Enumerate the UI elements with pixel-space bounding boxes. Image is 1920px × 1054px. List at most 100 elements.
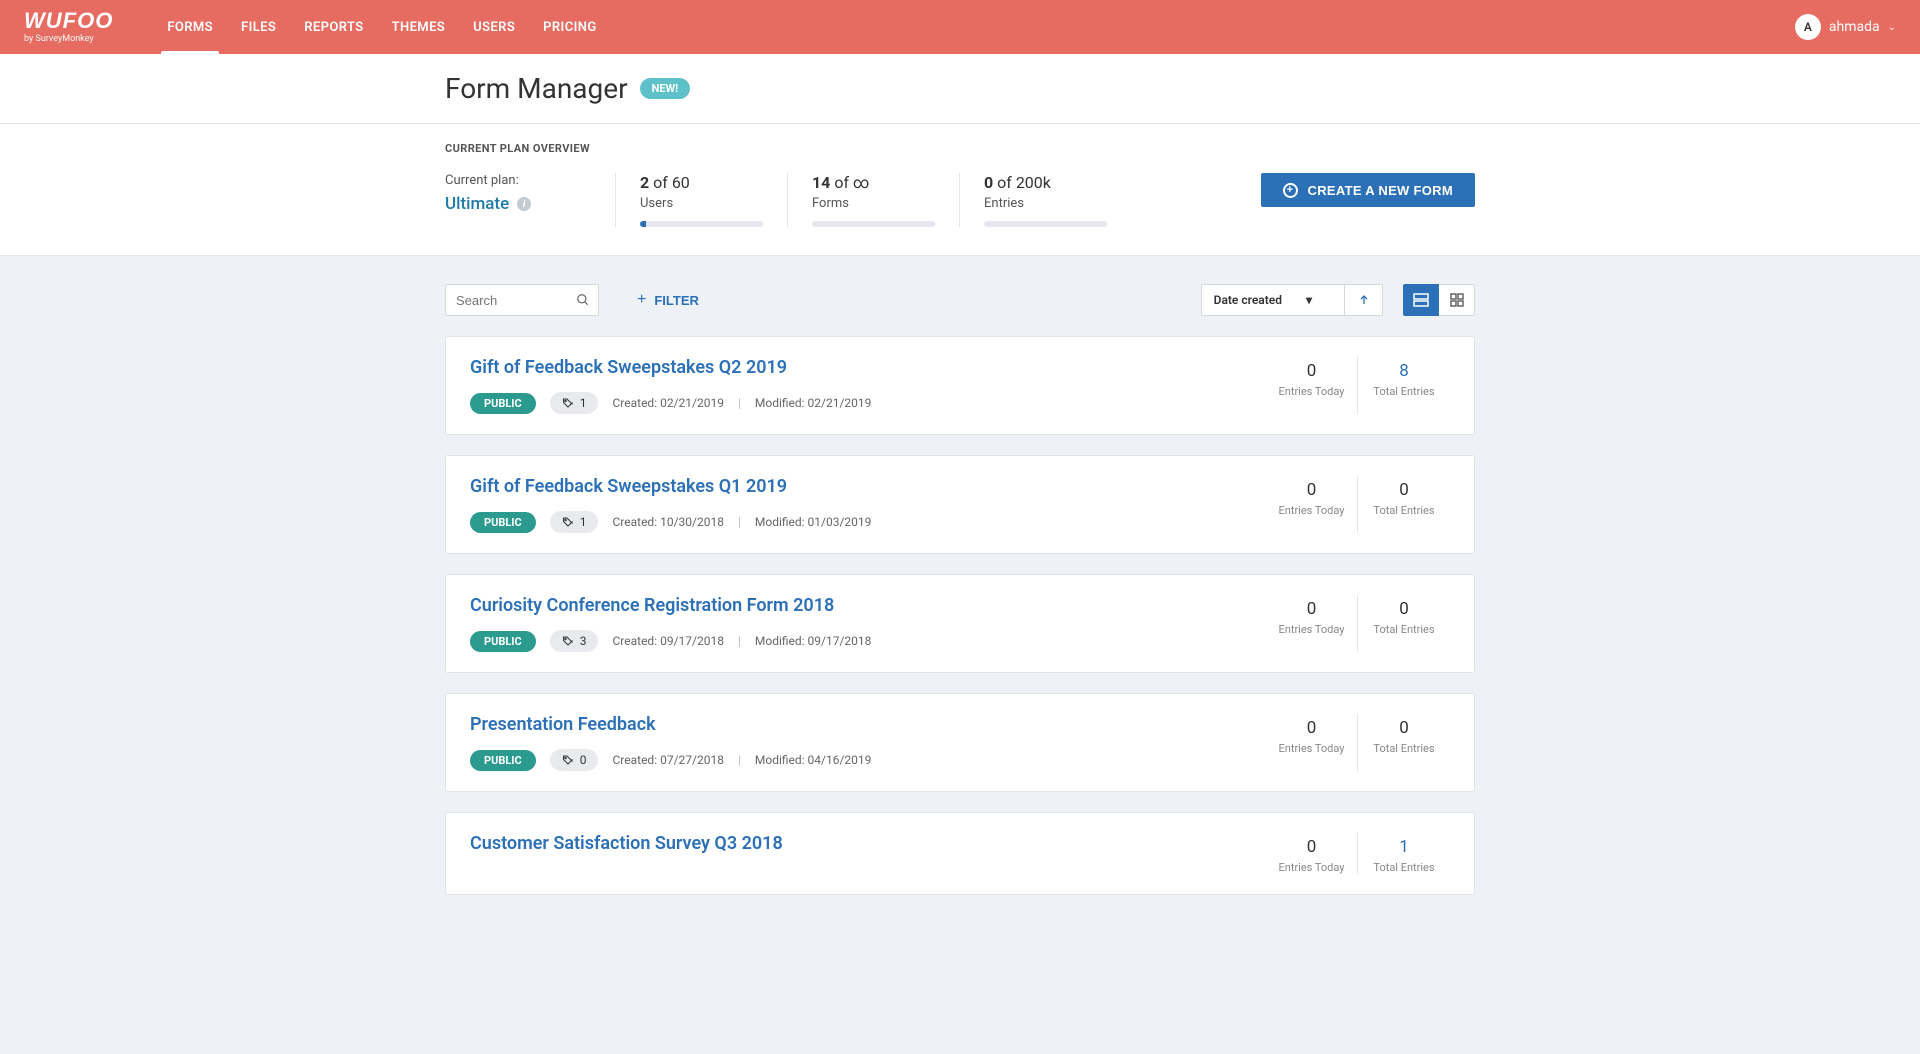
total-entries[interactable]: 1Total Entries (1358, 833, 1450, 874)
nav-files[interactable]: FILES (227, 0, 290, 54)
created-date: Created: 07/27/2018 (612, 753, 723, 767)
list-view-button[interactable] (1403, 284, 1439, 316)
stat-label: Entries (984, 196, 1107, 211)
main-nav: FORMSFILESREPORTSTHEMESUSERSPRICING (153, 0, 610, 54)
nav-pricing[interactable]: PRICING (529, 0, 610, 54)
form-title[interactable]: Customer Satisfaction Survey Q3 2018 (470, 833, 1266, 854)
stat-label: Users (640, 196, 763, 211)
info-icon[interactable]: i (517, 197, 531, 211)
username: ahmada (1829, 19, 1880, 35)
form-meta: PUBLIC3Created: 09/17/2018|Modified: 09/… (470, 630, 1266, 652)
top-navigation: WUFOO by SurveyMonkey FORMSFILESREPORTST… (0, 0, 1920, 54)
search-wrap (445, 284, 599, 316)
form-list: Gift of Feedback Sweepstakes Q2 2019 PUBL… (445, 336, 1475, 895)
logo-subtext: by SurveyMonkey (24, 34, 94, 44)
tag-count[interactable]: 3 (550, 630, 599, 652)
plus-icon: + (1283, 183, 1298, 198)
grid-icon (1450, 293, 1464, 307)
filter-label: FILTER (654, 293, 699, 308)
tag-icon (562, 635, 574, 647)
form-card[interactable]: Gift of Feedback Sweepstakes Q2 2019 PUBL… (445, 336, 1475, 435)
modified-date: Modified: 04/16/2019 (755, 753, 872, 767)
status-badge: PUBLIC (470, 750, 536, 771)
total-entries[interactable]: 8Total Entries (1358, 357, 1450, 414)
entries-today: 0Entries Today (1266, 595, 1358, 652)
created-date: Created: 02/21/2019 (612, 396, 723, 410)
create-form-button[interactable]: + CREATE A NEW FORM (1261, 173, 1475, 207)
tag-count[interactable]: 1 (550, 392, 599, 414)
form-card[interactable]: Presentation Feedback PUBLIC 0 Created: 07/… (445, 693, 1475, 792)
stat-value: 2 of 60 (640, 173, 763, 192)
filter-button[interactable]: + FILTER (637, 291, 699, 309)
tag-icon (562, 397, 574, 409)
status-badge: PUBLIC (470, 631, 536, 652)
sort-controls: Date created ▾ (1201, 284, 1383, 316)
entries-today: 0Entries Today (1266, 833, 1358, 874)
total-entries[interactable]: 0Total Entries (1358, 595, 1450, 652)
nav-reports[interactable]: REPORTS (290, 0, 377, 54)
form-title[interactable]: Curiosity Conference Registration Form 2… (470, 595, 1266, 616)
avatar: A (1795, 14, 1821, 40)
list-toolbar: + FILTER Date created ▾ (445, 256, 1475, 336)
user-menu[interactable]: A ahmada ⌄ (1795, 14, 1896, 40)
stat-value: 14 of ∞ (812, 173, 935, 192)
search-icon[interactable] (576, 293, 590, 307)
form-meta: PUBLIC1Created: 02/21/2019|Modified: 02/… (470, 392, 1266, 414)
tag-count[interactable]: 1 (550, 511, 599, 533)
nav-themes[interactable]: THEMES (378, 0, 460, 54)
form-card[interactable]: Customer Satisfaction Survey Q3 20180Ent… (445, 812, 1475, 895)
form-title[interactable]: Presentation Feedback (470, 714, 1266, 735)
page-title: Form Manager (445, 72, 628, 105)
stat-users: 2 of 60 Users (615, 173, 787, 227)
created-date: Created: 09/17/2018 (612, 634, 723, 648)
plan-overview: CURRENT PLAN OVERVIEW Current plan: Ulti… (0, 124, 1920, 256)
total-entries[interactable]: 0Total Entries (1358, 476, 1450, 533)
title-bar: Form Manager NEW! (0, 54, 1920, 124)
form-title[interactable]: Gift of Feedback Sweepstakes Q1 2019 (470, 476, 1266, 497)
entries-today: 0Entries Today (1266, 476, 1358, 533)
tag-icon (562, 516, 574, 528)
view-toggle (1403, 284, 1475, 316)
stat-forms: 14 of ∞ Forms (787, 173, 959, 227)
modified-date: Modified: 02/21/2019 (755, 396, 872, 410)
stat-label: Forms (812, 196, 935, 211)
form-meta: PUBLIC1Created: 10/30/2018|Modified: 01/… (470, 511, 1266, 533)
form-meta: PUBLIC0Created: 07/27/2018|Modified: 04/… (470, 749, 1266, 771)
progress-bar (640, 221, 763, 227)
entries-today: 0Entries Today (1266, 714, 1358, 771)
dropdown-arrow-icon: ▾ (1306, 293, 1312, 307)
status-badge: PUBLIC (470, 393, 536, 414)
progress-bar (812, 221, 935, 227)
created-date: Created: 10/30/2018 (612, 515, 723, 529)
sort-direction-button[interactable] (1345, 284, 1383, 316)
progress-bar (984, 221, 1107, 227)
new-badge: NEW! (640, 78, 691, 99)
stat-value: 0 of 200k (984, 173, 1107, 192)
current-plan-label: Current plan: (445, 173, 615, 188)
sort-value: Date created (1214, 293, 1282, 307)
create-button-label: CREATE A NEW FORM (1308, 183, 1453, 198)
chevron-down-icon: ⌄ (1888, 22, 1896, 33)
status-badge: PUBLIC (470, 512, 536, 533)
plus-icon: + (637, 291, 646, 309)
nav-users[interactable]: USERS (459, 0, 529, 54)
modified-date: Modified: 09/17/2018 (755, 634, 872, 648)
form-card[interactable]: Gift of Feedback Sweepstakes Q1 2019 PUBL… (445, 455, 1475, 554)
total-entries[interactable]: 0Total Entries (1358, 714, 1450, 771)
grid-view-button[interactable] (1439, 284, 1475, 316)
form-title[interactable]: Gift of Feedback Sweepstakes Q2 2019 (470, 357, 1266, 378)
overview-heading: CURRENT PLAN OVERVIEW (445, 142, 1475, 155)
nav-forms[interactable]: FORMS (153, 0, 227, 54)
list-icon (1413, 293, 1429, 307)
current-plan: Current plan: Ultimate i (445, 173, 615, 214)
logo-text: WUFOO (24, 10, 113, 32)
entries-today: 0Entries Today (1266, 357, 1358, 414)
sort-dropdown[interactable]: Date created ▾ (1201, 284, 1345, 316)
stat-entries: 0 of 200k Entries (959, 173, 1131, 227)
tag-count[interactable]: 0 (550, 749, 599, 771)
logo[interactable]: WUFOO by SurveyMonkey (24, 10, 113, 44)
modified-date: Modified: 01/03/2019 (755, 515, 872, 529)
plan-name[interactable]: Ultimate (445, 194, 509, 214)
form-card[interactable]: Curiosity Conference Registration Form 2… (445, 574, 1475, 673)
tag-icon (562, 754, 574, 766)
